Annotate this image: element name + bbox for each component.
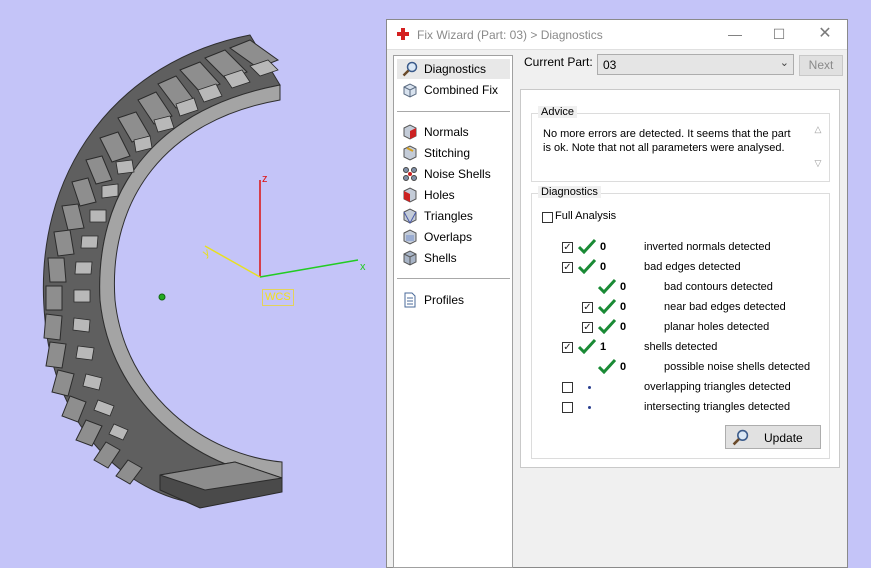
noise-shells-icon bbox=[403, 167, 417, 181]
nav-item-holes[interactable]: Holes bbox=[397, 185, 510, 205]
scroll-up-icon[interactable]: △ bbox=[811, 124, 825, 134]
nav-item-label: Combined Fix bbox=[424, 83, 499, 97]
holes-cube-icon bbox=[403, 187, 417, 203]
overlapping-triangles-checkbox[interactable] bbox=[562, 382, 573, 393]
stitching-cube-icon bbox=[403, 145, 417, 161]
bad-edges-label: bad edges detected bbox=[644, 261, 741, 273]
triangles-cube-icon bbox=[403, 208, 417, 224]
planar-holes-count: 0 bbox=[620, 321, 627, 333]
document-icon bbox=[404, 292, 416, 308]
intersecting-triangles-checkbox[interactable] bbox=[562, 402, 573, 413]
green-check-icon bbox=[578, 338, 596, 354]
bad-contours-count: 0 bbox=[620, 281, 627, 293]
bad-edges-checkbox[interactable]: ✓ bbox=[562, 262, 573, 273]
planar-holes-label: planar holes detected bbox=[664, 321, 770, 333]
wcs-label: WCS bbox=[262, 289, 294, 306]
near-bad-edges-label: near bad edges detected bbox=[664, 301, 786, 313]
box-icon bbox=[403, 83, 417, 98]
advice-title: Advice bbox=[538, 106, 578, 118]
near-bad-edges-checkbox[interactable]: ✓ bbox=[582, 302, 593, 313]
shells-label: shells detected bbox=[644, 341, 718, 353]
noise-shells-count: 0 bbox=[620, 361, 627, 373]
bad-edges-count: 0 bbox=[600, 261, 607, 273]
wizard-nav: Diagnostics Combined Fix Normals Stitchi… bbox=[393, 55, 513, 568]
fix-wizard-dialog: Fix Wizard (Part: 03) > Diagnostics — ☐ … bbox=[386, 19, 848, 568]
chevron-down-icon: ⌄ bbox=[779, 57, 789, 69]
nav-item-label: Holes bbox=[424, 188, 455, 202]
inverted-normals-checkbox[interactable]: ✓ bbox=[562, 242, 573, 253]
not-analysed-dot bbox=[588, 406, 591, 409]
nav-item-label: Triangles bbox=[424, 209, 473, 223]
nav-item-combined-fix[interactable]: Combined Fix bbox=[397, 80, 510, 100]
diagnostics-title: Diagnostics bbox=[538, 186, 601, 198]
overlaps-cube-icon bbox=[403, 229, 417, 245]
update-button[interactable]: Update bbox=[725, 425, 821, 449]
part-model: z x y bbox=[43, 34, 366, 509]
3d-viewport[interactable]: z x y WCS bbox=[0, 0, 386, 568]
shells-count: 1 bbox=[600, 341, 607, 353]
close-button[interactable]: ✕ bbox=[811, 24, 839, 44]
nav-item-diagnostics[interactable]: Diagnostics bbox=[397, 59, 510, 79]
nav-item-label: Noise Shells bbox=[424, 167, 491, 181]
nav-item-normals[interactable]: Normals bbox=[397, 122, 510, 142]
shells-checkbox[interactable]: ✓ bbox=[562, 342, 573, 353]
update-label: Update bbox=[764, 431, 803, 445]
nav-item-label: Diagnostics bbox=[424, 62, 487, 76]
minimize-button[interactable]: — bbox=[721, 24, 749, 44]
current-part-select[interactable]: 03 ⌄ bbox=[597, 54, 794, 75]
nav-item-label: Shells bbox=[424, 251, 457, 265]
advice-scrollbar[interactable]: △ ▽ bbox=[811, 124, 825, 170]
scroll-down-icon[interactable]: ▽ bbox=[811, 158, 825, 168]
title-bar[interactable]: Fix Wizard (Part: 03) > Diagnostics — ☐ … bbox=[387, 20, 847, 50]
bad-contours-label: bad contours detected bbox=[664, 281, 773, 293]
overlapping-triangles-label: overlapping triangles detected bbox=[644, 381, 791, 393]
shells-cube-icon bbox=[403, 250, 417, 266]
nav-item-label: Normals bbox=[424, 125, 469, 139]
nav-divider bbox=[397, 111, 510, 112]
magnifier-icon bbox=[402, 61, 418, 77]
nav-item-profiles[interactable]: Profiles bbox=[397, 290, 510, 310]
not-analysed-dot bbox=[588, 386, 591, 389]
full-analysis-label: Full Analysis bbox=[555, 210, 617, 222]
nav-divider bbox=[397, 278, 510, 279]
intersecting-triangles-label: intersecting triangles detected bbox=[644, 401, 791, 413]
nav-item-label: Stitching bbox=[424, 146, 471, 160]
red-cross-icon bbox=[397, 28, 409, 40]
nav-item-shells[interactable]: Shells bbox=[397, 248, 510, 268]
full-analysis-checkbox[interactable] bbox=[542, 212, 553, 223]
current-part-label: Current Part: bbox=[524, 55, 593, 69]
nav-item-stitching[interactable]: Stitching bbox=[397, 143, 510, 163]
nav-item-noise-shells[interactable]: Noise Shells bbox=[397, 164, 510, 184]
maximize-button[interactable]: ☐ bbox=[765, 24, 793, 44]
nav-item-overlaps[interactable]: Overlaps bbox=[397, 227, 510, 247]
nav-item-label: Profiles bbox=[424, 293, 465, 307]
green-check-icon bbox=[598, 298, 616, 314]
inverted-normals-count: 0 bbox=[600, 241, 607, 253]
svg-text:x: x bbox=[360, 261, 366, 273]
green-check-icon bbox=[578, 238, 596, 254]
current-part-value: 03 bbox=[603, 58, 617, 72]
svg-text:y: y bbox=[201, 246, 212, 259]
next-button[interactable]: Next bbox=[799, 55, 843, 76]
noise-shells-label: possible noise shells detected bbox=[664, 361, 811, 373]
green-check-icon bbox=[598, 358, 616, 374]
svg-text:z: z bbox=[262, 173, 268, 185]
nav-item-triangles[interactable]: Triangles bbox=[397, 206, 510, 226]
inverted-normals-label: inverted normals detected bbox=[644, 241, 771, 253]
diagnostics-group: Diagnostics Full Analysis ✓ 0 inverted n… bbox=[531, 186, 830, 459]
green-check-icon bbox=[598, 318, 616, 334]
magnifier-icon bbox=[732, 429, 749, 446]
nav-item-label: Overlaps bbox=[424, 230, 473, 244]
normals-cube-icon bbox=[403, 124, 417, 140]
advice-text: No more errors are detected. It seems th… bbox=[543, 128, 791, 154]
planar-holes-checkbox[interactable]: ✓ bbox=[582, 322, 593, 333]
green-check-icon bbox=[598, 278, 616, 294]
window-title: Fix Wizard (Part: 03) > Diagnostics bbox=[417, 28, 603, 42]
advice-group: Advice No more errors are detected. It s… bbox=[531, 106, 830, 182]
near-bad-edges-count: 0 bbox=[620, 301, 627, 313]
green-check-icon bbox=[578, 258, 596, 274]
diagnostics-panel: Advice No more errors are detected. It s… bbox=[520, 89, 840, 468]
